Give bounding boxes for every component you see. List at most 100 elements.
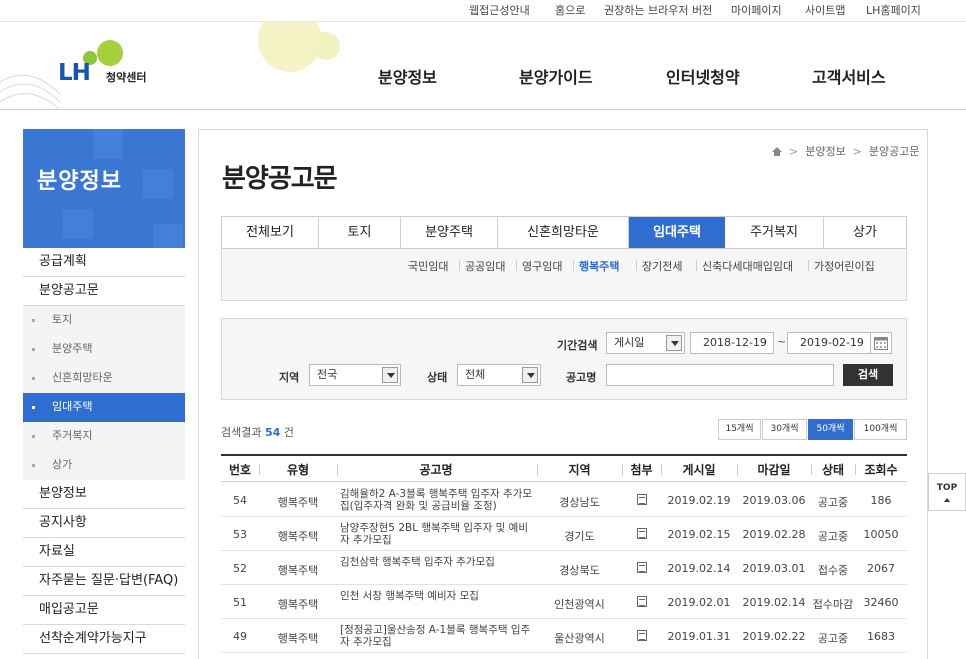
result-count: 검색결과 54 건 (221, 424, 294, 440)
sidebar-item-6[interactable]: 임대주택 (23, 393, 185, 422)
sidebar-item-10[interactable]: 공지사항 (23, 509, 185, 538)
subtab-national-rental[interactable]: 국민임대 (408, 258, 448, 274)
subtab-daycare[interactable]: 가정어린이집 (814, 258, 875, 274)
subtab-public-rental[interactable]: 공공임대 (465, 258, 505, 274)
attachment-icon[interactable] (637, 528, 647, 539)
subtab-long-term-jeonse[interactable]: 장기전세 (642, 258, 682, 274)
tab-rental-housing[interactable]: 임대주택 (629, 217, 725, 248)
cell-deadline: 2019.03.01 (742, 562, 806, 575)
home-icon[interactable] (772, 147, 782, 156)
search-button[interactable]: 검색 (843, 364, 893, 386)
util-link-lh-home[interactable]: LH홈페이지 (866, 2, 921, 18)
decorative-lines (0, 74, 60, 109)
th-no: 번호 (228, 463, 252, 477)
sidebar-item-4[interactable]: 분양주택 (23, 335, 185, 364)
cell-title[interactable]: [정정공고]울산송정 A-1블록 행복주택 입주자 추가모집 (340, 624, 536, 648)
search-box (221, 318, 907, 400)
subtab-new-multi-family[interactable]: 신축다세대매입임대 (702, 258, 793, 274)
sidebar-item-8[interactable]: 상가 (23, 451, 185, 480)
sidebar-item-7[interactable]: 주거복지 (23, 422, 185, 451)
breadcrumb: > 분양정보 > 분양공고문 (772, 143, 920, 159)
tab-shopping[interactable]: 상가 (824, 217, 906, 248)
cell-type: 행복주택 (277, 564, 319, 577)
tab-sale-housing[interactable]: 분양주택 (401, 217, 498, 248)
title-search-input[interactable] (606, 364, 834, 386)
subtab-happy-housing[interactable]: 행복주택 (579, 258, 619, 274)
cell-views: 1683 (867, 630, 895, 643)
sidebar-item-12[interactable]: 자주묻는 질문·답변(FAQ) (23, 567, 185, 596)
cell-region: 인천광역시 (554, 598, 605, 611)
tab-all[interactable]: 전체보기 (222, 217, 319, 248)
cell-status: 공고중 (817, 496, 849, 509)
cell-title[interactable]: 김해율하2 A-3블록 행복주택 입주자 추가모집(입주자격 완화 및 공급비율… (340, 488, 536, 512)
gnb-item-sale-info[interactable]: 분양정보 (378, 64, 437, 88)
util-link-browser[interactable]: 권장하는 브라우저 버전 (604, 2, 712, 18)
date-from-input[interactable]: 2018-12-19 (690, 332, 774, 354)
cell-status: 접수마감 (812, 598, 854, 611)
sidebar-item-2[interactable]: 분양공고문 (23, 277, 185, 306)
cell-title[interactable]: 남양주장현5 2BL 행복주택 입주자 및 예비자 추가모집 (340, 522, 536, 546)
date-to-input[interactable]: 2019-02-19 (787, 332, 871, 354)
page-size-100[interactable]: 100개씩 (854, 419, 907, 440)
status-select[interactable]: 전체 (457, 364, 541, 386)
period-type-value: 게시일 (614, 336, 645, 349)
sidebar-item-1[interactable]: 공급계획 (23, 248, 185, 277)
lh-logo[interactable]: LH 청약센터 (58, 40, 168, 90)
tab-housing-welfare[interactable]: 주거복지 (725, 217, 824, 248)
util-link-accessibility[interactable]: 웹접근성안내 (469, 2, 530, 18)
page-size-15[interactable]: 15개씩 (718, 419, 761, 440)
sidebar-item-14[interactable]: 선착순계약가능지구 (23, 625, 185, 654)
cell-posted: 2019.02.01 (667, 596, 731, 609)
region-select[interactable]: 전국 (309, 364, 401, 386)
cell-views: 2067 (867, 562, 895, 575)
util-link-sitemap[interactable]: 사이트맵 (805, 2, 845, 18)
cell-type: 행복주택 (277, 496, 319, 509)
sidebar-item-9[interactable]: 분양정보 (23, 480, 185, 509)
page-size-30[interactable]: 30개씩 (762, 419, 807, 440)
calendar-icon[interactable] (870, 332, 892, 354)
breadcrumb-level2[interactable]: 분양공고문 (869, 145, 920, 158)
breadcrumb-level1[interactable]: 분양정보 (805, 145, 845, 158)
cell-no: 49 (233, 630, 247, 643)
chevron-down-icon (522, 367, 538, 383)
cell-posted: 2019.02.15 (667, 528, 731, 541)
header: LH 청약센터 분양정보 분양가이드 인터넷청약 고객서비스 (0, 22, 966, 110)
cell-views: 186 (870, 494, 892, 507)
tab-land[interactable]: 토지 (319, 217, 401, 248)
sidebar-item-11[interactable]: 자료실 (23, 538, 185, 567)
sidebar-item-5[interactable]: 신혼희망타운 (23, 364, 185, 393)
region-label: 지역 (279, 371, 300, 384)
sidebar-item-3[interactable]: 토지 (23, 306, 185, 335)
th-deadline: 마감일 (757, 463, 791, 477)
tab-newlywed-town[interactable]: 신혼희망타운 (498, 217, 629, 248)
chevron-down-icon (382, 367, 398, 383)
gnb-item-customer-service[interactable]: 고객서비스 (812, 64, 886, 88)
attachment-icon[interactable] (637, 630, 647, 641)
table-row: 51 행복주택 인천 서창 행복주택 예비자 모집 인천광역시 2019.02.01 20… (221, 585, 907, 619)
table-row: 54 행복주택 김해율하2 A-3블록 행복주택 입주자 추가모집(입주자격 완화 … (221, 483, 907, 517)
gnb-item-internet-apply[interactable]: 인터넷청약 (666, 64, 740, 88)
cell-no: 52 (233, 562, 247, 575)
cell-views: 10050 (863, 528, 899, 541)
sidebar-item-13[interactable]: 매입공고문 (23, 596, 185, 625)
result-count-prefix: 검색결과 (221, 426, 262, 439)
subtab-bar: 국민임대 공공임대 영구임대 행복주택 장기전세 신축다세대매입임대 가정어린이… (221, 249, 907, 301)
cell-title[interactable]: 인천 서창 행복주택 예비자 모집 (340, 590, 536, 602)
util-link-home[interactable]: 홈으로 (555, 2, 585, 18)
attachment-icon[interactable] (637, 562, 647, 573)
cell-region: 경기도 (564, 530, 595, 543)
cell-posted: 2019.02.14 (667, 562, 731, 575)
util-link-mypage[interactable]: 마이페이지 (731, 2, 782, 18)
subtab-permanent-rental[interactable]: 영구임대 (522, 258, 562, 274)
attachment-icon[interactable] (637, 494, 647, 505)
top-button[interactable]: TOP (928, 473, 966, 511)
attachment-icon[interactable] (637, 596, 647, 607)
cell-title[interactable]: 김천삼락 행복주택 입주자 추가모집 (340, 556, 536, 568)
page-size-50[interactable]: 50개씩 (808, 419, 853, 440)
sidebar-title-box: 분양정보 (23, 129, 185, 248)
utility-bar: 웹접근성안내 홈으로 권장하는 브라우저 버전 마이페이지 사이트맵 LH홈페이… (0, 0, 966, 22)
th-title: 공고명 (419, 463, 453, 477)
period-type-select[interactable]: 게시일 (606, 332, 685, 354)
period-label: 기간검색 (557, 339, 598, 352)
gnb-item-sale-guide[interactable]: 분양가이드 (519, 64, 593, 88)
